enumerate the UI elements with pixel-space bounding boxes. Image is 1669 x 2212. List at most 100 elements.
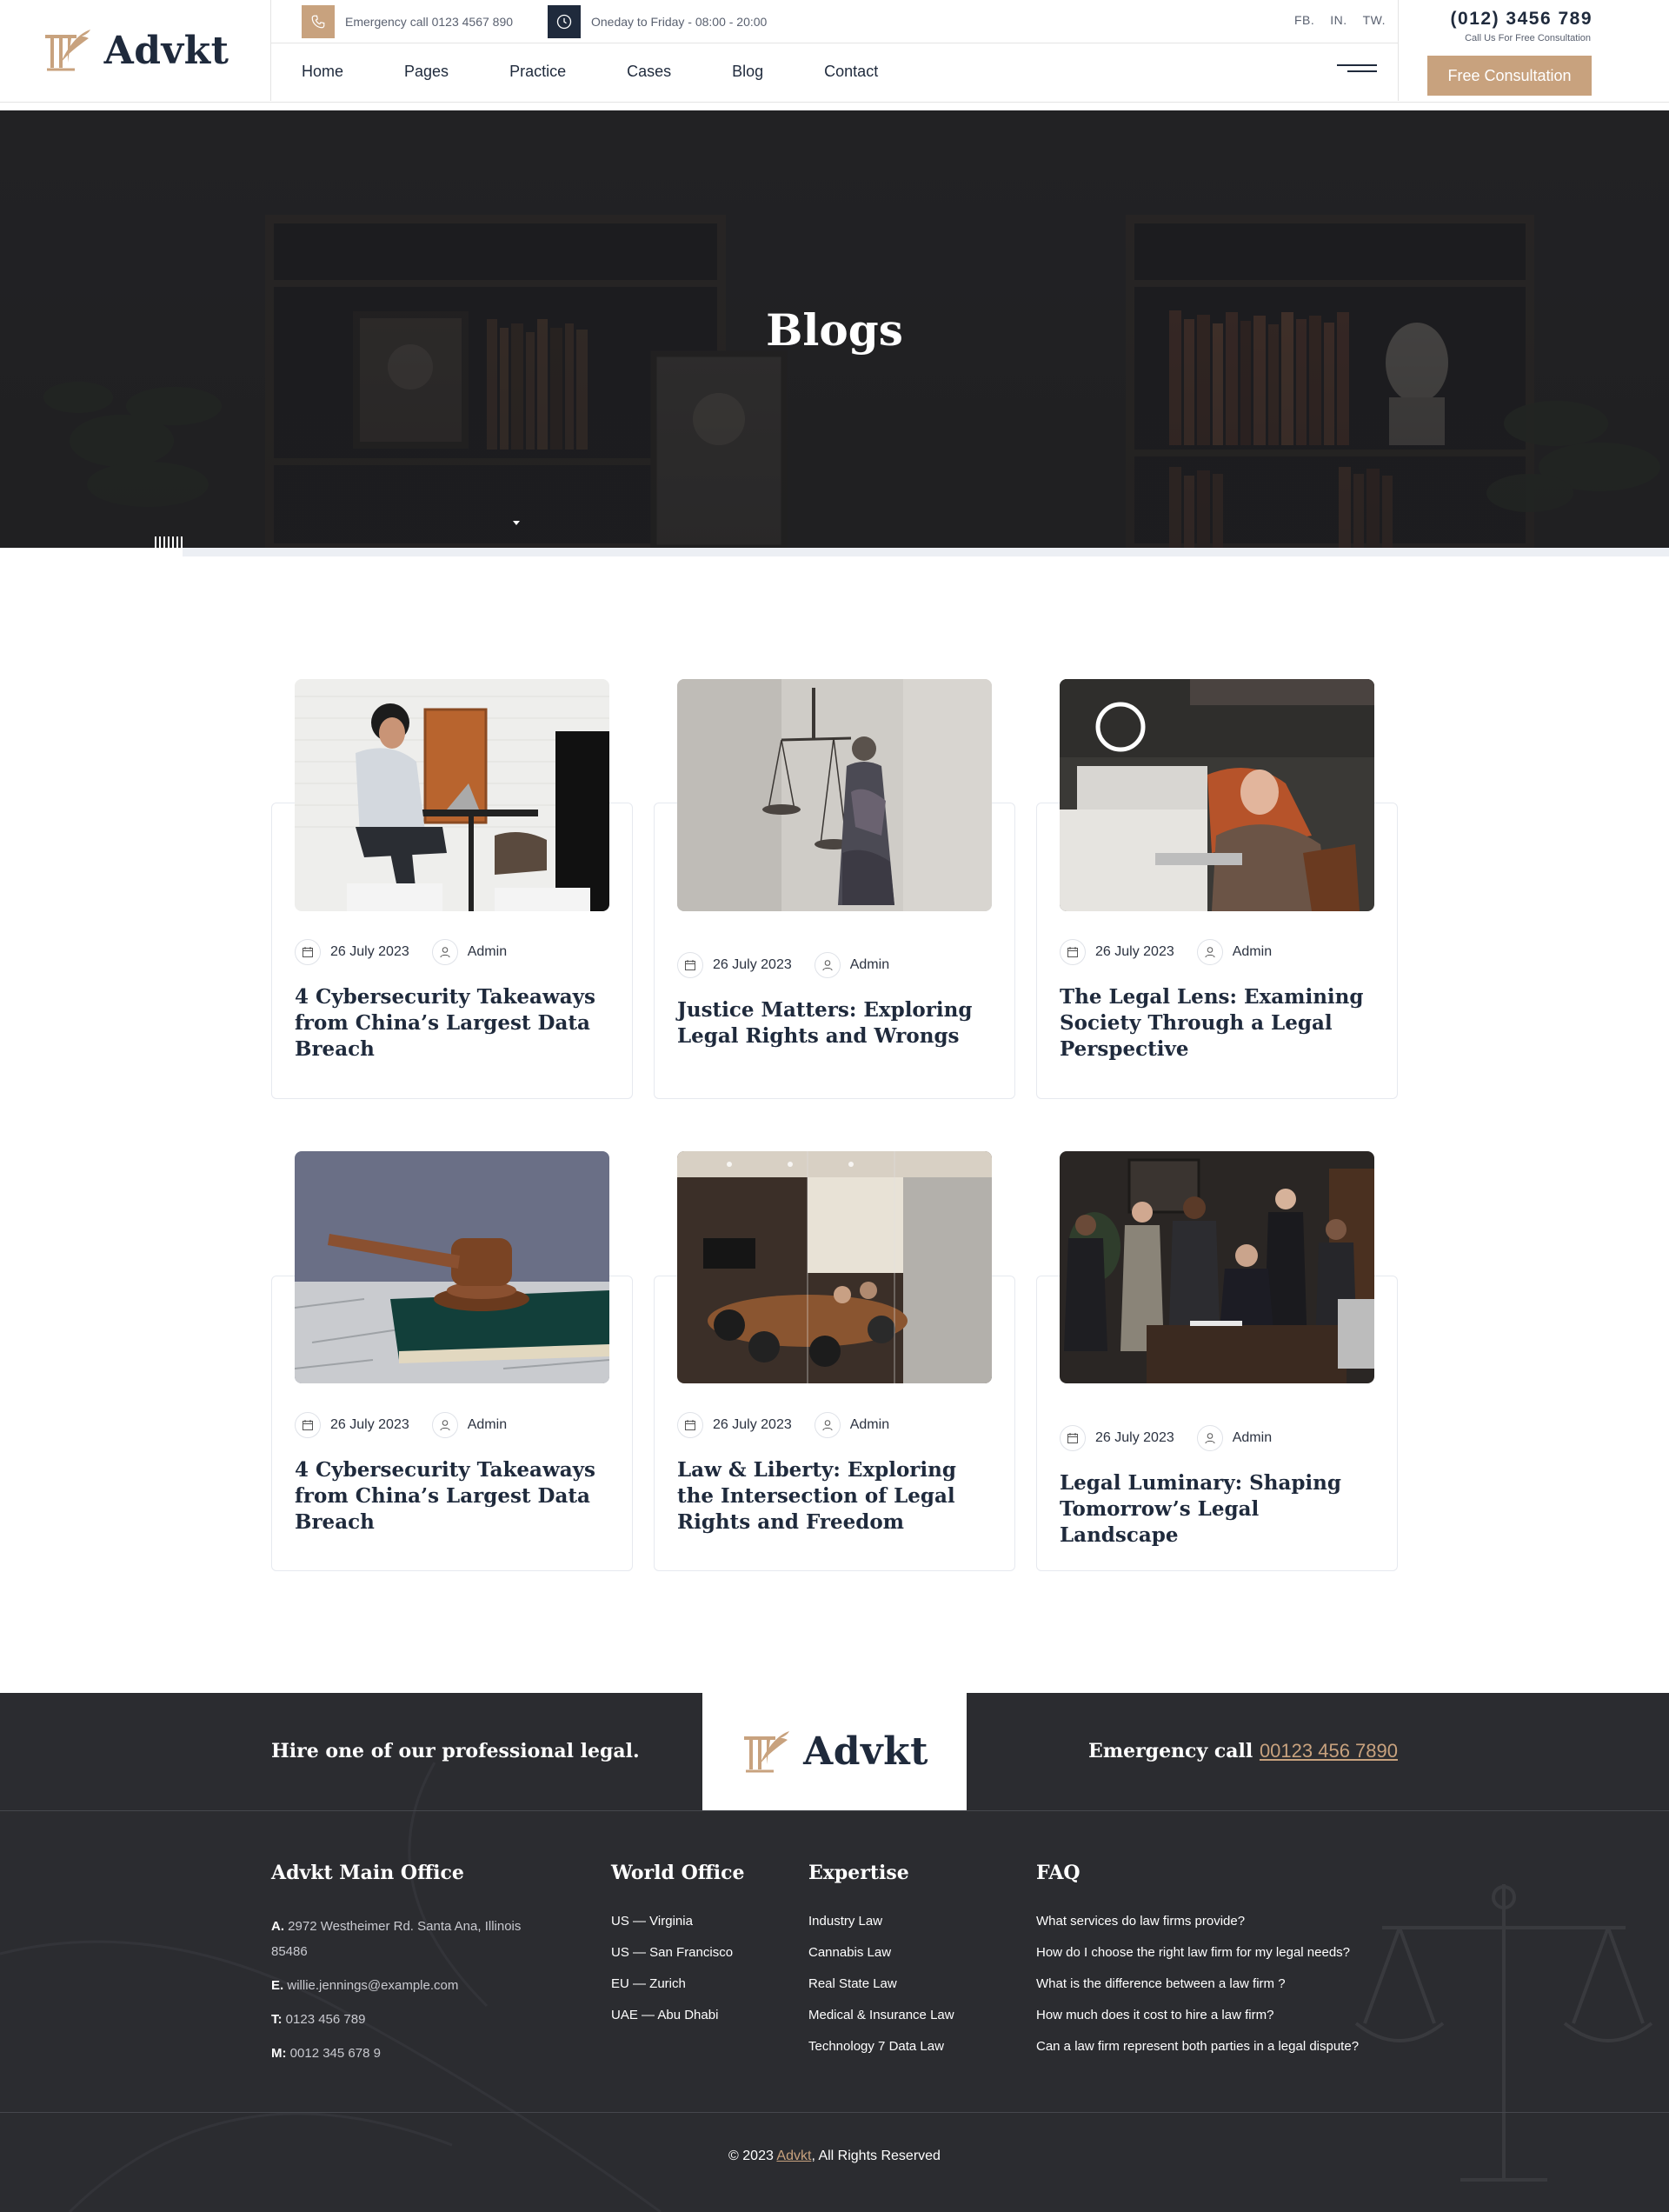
post-meta: 26 July 2023 Admin	[677, 952, 889, 978]
social-facebook-link[interactable]: FB.	[1294, 13, 1314, 27]
hamburger-menu-icon[interactable]	[1337, 64, 1377, 80]
hero-bottom-strip	[183, 548, 1669, 556]
footer-logo-text: Advkt	[803, 1729, 928, 1774]
user-icon	[814, 1412, 841, 1438]
post-title[interactable]: 4 Cybersecurity Takeaways from China’s L…	[295, 984, 609, 1063]
post-title[interactable]: Justice Matters: Exploring Legal Rights …	[677, 997, 992, 1049]
post-title[interactable]: The Legal Lens: Examining Society Throug…	[1060, 984, 1374, 1063]
pillar-quill-logo-icon	[744, 1730, 790, 1772]
header-phone[interactable]: (012) 3456 789	[1451, 9, 1593, 30]
expertise-link[interactable]: Cannabis Law	[808, 1945, 954, 1960]
nav-blog[interactable]: Blog	[732, 63, 763, 81]
post-title[interactable]: Legal Luminary: Shaping Tomorrow’s Legal…	[1060, 1470, 1374, 1549]
user-icon	[431, 939, 458, 965]
scroll-down-icon[interactable]	[513, 521, 520, 525]
nav-pages[interactable]: Pages	[404, 63, 449, 81]
expertise-link[interactable]: Industry Law	[808, 1914, 954, 1929]
post-meta: 26 July 2023 Admin	[1060, 1425, 1272, 1451]
expertise-link[interactable]: Medical & Insurance Law	[808, 2008, 954, 2022]
post-meta: 26 July 2023 Admin	[295, 1412, 507, 1438]
post-date: 26 July 2023	[713, 1417, 792, 1432]
post-meta: 26 July 2023 Admin	[295, 939, 507, 965]
post-image-legal-team[interactable]	[1060, 1151, 1374, 1383]
nav-practice[interactable]: Practice	[509, 63, 566, 81]
world-office-link[interactable]: UAE — Abu Dhabi	[611, 2008, 745, 2022]
post-date: 26 July 2023	[1095, 1430, 1174, 1445]
post-title[interactable]: Law & Liberty: Exploring the Intersectio…	[677, 1457, 992, 1536]
faq-link[interactable]: How much does it cost to hire a law firm…	[1036, 2008, 1359, 2022]
post-date: 26 July 2023	[1095, 944, 1174, 959]
world-office-link[interactable]: US — San Francisco	[611, 1945, 745, 1960]
user-icon	[1196, 939, 1223, 965]
pillar-quill-logo-icon	[44, 30, 90, 71]
emergency-info[interactable]: Emergency call 0123 4567 890	[302, 5, 513, 38]
post-date: 26 July 2023	[330, 944, 409, 959]
expertise-link[interactable]: Real State Law	[808, 1976, 954, 1991]
footer-world-office: World Office US — Virginia US — San Fran…	[611, 1862, 745, 2039]
phone-icon	[302, 5, 335, 38]
post-image-person-on-laptop[interactable]	[295, 679, 609, 911]
expertise-link[interactable]: Technology 7 Data Law	[808, 2039, 954, 2054]
footer-office: Advkt Main Office A. 2972 Westheimer Rd.…	[271, 1862, 549, 2075]
footer-hire-text: Hire one of our professional legal.	[271, 1740, 640, 1762]
footer-expertise: Expertise Industry Law Cannabis Law Real…	[808, 1862, 954, 2070]
post-author[interactable]: Admin	[468, 944, 507, 960]
footer-faq-heading: FAQ	[1036, 1862, 1081, 1884]
post-author[interactable]: Admin	[1233, 944, 1272, 960]
calendar-icon	[677, 952, 703, 978]
faq-link[interactable]: How do I choose the right law firm for m…	[1036, 1945, 1359, 1960]
world-office-link[interactable]: US — Virginia	[611, 1914, 745, 1929]
office-mobile[interactable]: M: 0012 345 678 9	[271, 2041, 549, 2066]
copyright-brand-link[interactable]: Advkt	[776, 2149, 811, 2163]
nav-home[interactable]: Home	[302, 63, 343, 81]
footer-emergency-label: Emergency call	[1088, 1740, 1253, 1762]
page-hero: Blogs	[0, 110, 1669, 548]
header-contact: (012) 3456 789 Call Us For Free Consulta…	[1398, 0, 1669, 101]
clock-icon	[548, 5, 581, 38]
world-office-link[interactable]: EU — Zurich	[611, 1976, 745, 1991]
post-meta: 26 July 2023 Admin	[1060, 939, 1272, 965]
user-icon	[1196, 1425, 1223, 1451]
hours-text: Oneday to Friday - 08:00 - 20:00	[591, 15, 768, 29]
footer-faq: FAQ What services do law firms provide? …	[1036, 1862, 1359, 2070]
post-title[interactable]: 4 Cybersecurity Takeaways from China’s L…	[295, 1457, 609, 1536]
site-footer: Hire one of our professional legal. Advk…	[0, 1693, 1669, 2212]
post-author[interactable]: Admin	[468, 1417, 507, 1433]
logo[interactable]: Advkt	[0, 0, 271, 101]
social-instagram-link[interactable]: IN.	[1330, 13, 1347, 27]
hero-decoration	[155, 536, 183, 548]
logo-text: Advkt	[103, 28, 229, 73]
calendar-icon	[295, 1412, 321, 1438]
copyright: © 2023 Advkt, All Rights Reserved	[728, 2149, 941, 2163]
nav-cases[interactable]: Cases	[627, 63, 671, 81]
page-title: Blogs	[766, 304, 903, 356]
site-header: Advkt Emergency call 0123 4567 890 Oneda…	[0, 0, 1669, 103]
footer-logo[interactable]: Advkt	[702, 1693, 967, 1810]
calendar-icon	[295, 939, 321, 965]
post-date: 26 July 2023	[330, 1417, 409, 1432]
user-icon	[431, 1412, 458, 1438]
post-author[interactable]: Admin	[850, 1417, 889, 1433]
post-author[interactable]: Admin	[1233, 1430, 1272, 1446]
main-nav: Home Pages Practice Cases Blog Contact	[271, 43, 1398, 101]
faq-link[interactable]: Can a law firm represent both parties in…	[1036, 2039, 1359, 2054]
post-image-woman-in-cafe[interactable]	[1060, 679, 1374, 911]
nav-contact[interactable]: Contact	[824, 63, 878, 81]
post-image-gavel-on-book[interactable]	[295, 1151, 609, 1383]
post-author[interactable]: Admin	[850, 957, 889, 973]
social-links: FB. IN. TW.	[1294, 13, 1386, 27]
office-address: A. 2972 Westheimer Rd. Santa Ana, Illino…	[271, 1919, 522, 1959]
post-image-lady-justice-statue[interactable]	[677, 679, 992, 911]
post-image-meeting-room[interactable]	[677, 1151, 992, 1383]
office-tel[interactable]: T: 0123 456 789	[271, 2007, 549, 2032]
footer-emergency-number[interactable]: 00123 456 7890	[1260, 1740, 1398, 1762]
faq-link[interactable]: What services do law firms provide?	[1036, 1914, 1359, 1929]
free-consultation-button[interactable]: Free Consultation	[1427, 56, 1592, 96]
footer-emergency: Emergency call 00123 456 7890	[1088, 1740, 1398, 1762]
footer-world-heading: World Office	[611, 1862, 745, 1884]
emergency-text: Emergency call 0123 4567 890	[345, 15, 514, 29]
faq-link[interactable]: What is the difference between a law fir…	[1036, 1976, 1359, 1991]
post-meta: 26 July 2023 Admin	[677, 1412, 889, 1438]
social-twitter-link[interactable]: TW.	[1363, 13, 1386, 27]
office-email[interactable]: E. willie.jennings@example.com	[271, 1973, 549, 1998]
